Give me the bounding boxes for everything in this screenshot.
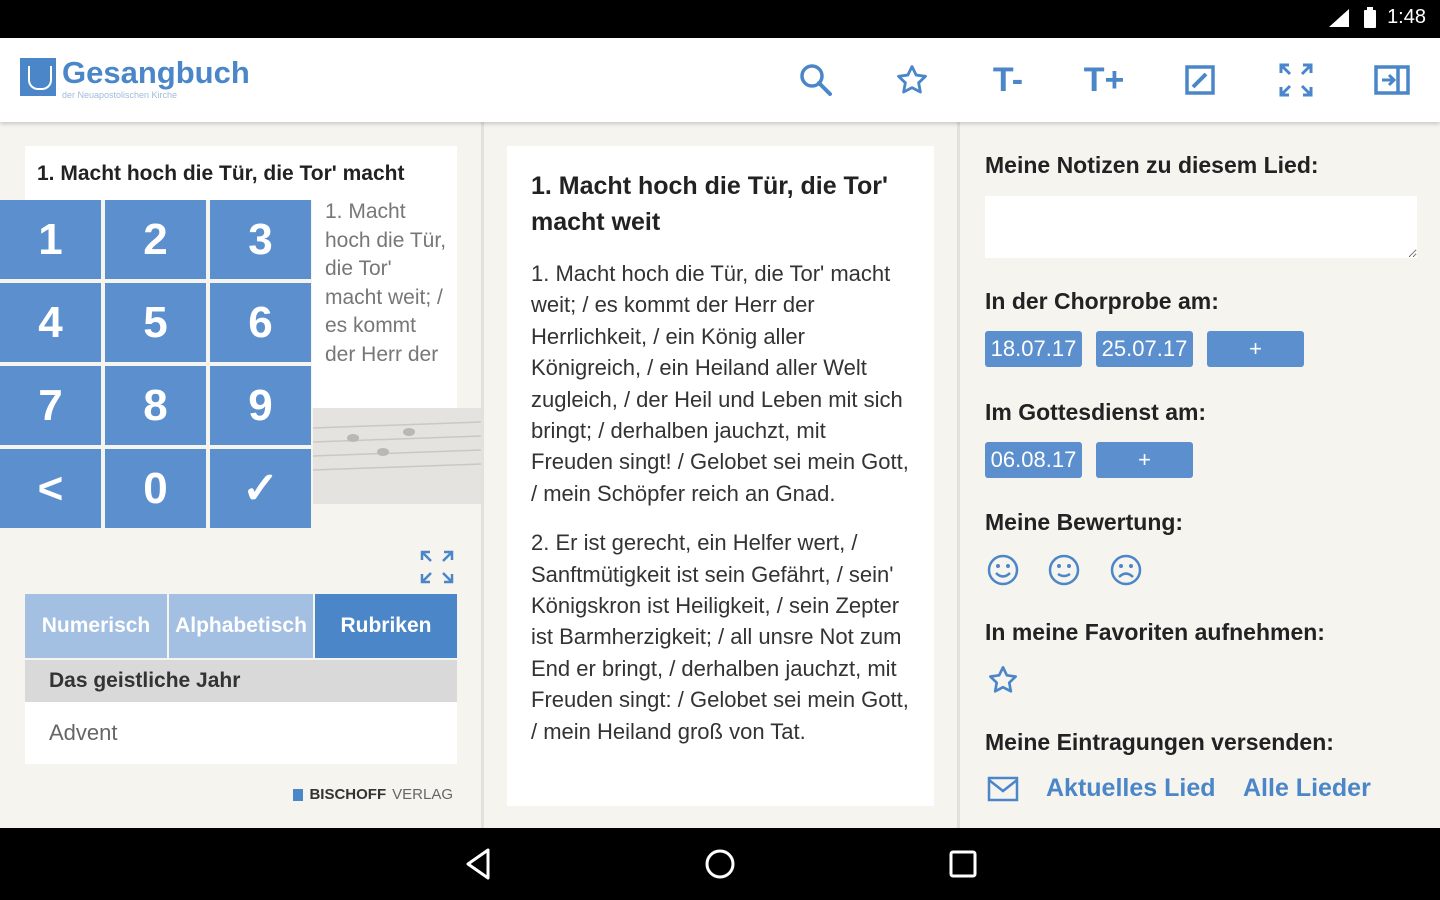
choir-date-chip[interactable]: 18.07.17 [985,331,1082,367]
lyrics-verse-1: 1. Macht hoch die Tür, die Tor' macht we… [531,261,909,506]
song-selector-panel: 1. Macht hoch die Tür, die Tor' macht 1.… [0,122,481,828]
notes-panel: Meine Notizen zu diesem Lied: In der Cho… [960,122,1440,828]
font-larger-button[interactable]: T+ [1078,54,1130,106]
key-5[interactable]: 5 [105,283,206,362]
favorite-button[interactable] [886,54,938,106]
key-9[interactable]: 9 [210,366,311,445]
panel-collapse-icon [1374,65,1410,95]
lyrics-card[interactable]: 1. Macht hoch die Tür, die Tor' macht we… [507,146,934,806]
add-choir-date-button[interactable]: + [1207,331,1304,367]
status-icons: 1:48 [1327,6,1426,29]
tab-numerisch[interactable]: Numerisch [25,594,167,658]
number-keypad: 1 2 3 4 5 6 7 8 9 < 0 ✓ [0,200,312,528]
tab-rubriken[interactable]: Rubriken [315,594,457,658]
publisher-name-light: VERLAG [392,786,453,803]
publisher-logo: BISCHOFF VERLAG [293,786,453,803]
font-smaller-button[interactable]: T- [982,54,1034,106]
notes-input[interactable] [985,196,1417,258]
neutral-smiley-icon[interactable] [1048,554,1080,586]
key-4[interactable]: 4 [0,283,101,362]
panel-toggle-button[interactable] [1366,54,1418,106]
service-date-chip[interactable]: 06.08.17 [985,442,1082,478]
send-all-songs-link[interactable]: Alle Lieder [1243,774,1371,803]
logo-mark-icon [20,58,56,96]
send-heading: Meine Eintragungen versenden: [985,729,1334,755]
category-item-advent[interactable]: Advent [25,702,457,764]
expand-icon[interactable] [420,550,454,584]
notes-heading: Meine Notizen zu diesem Lied: [985,152,1319,178]
song-preview-text: 1. Macht hoch die Tür, die Tor' macht we… [325,200,447,366]
key-8[interactable]: 8 [105,366,206,445]
signal-icon [1329,8,1350,27]
tab-alphabetisch[interactable]: Alphabetisch [169,594,313,658]
search-button[interactable] [790,54,842,106]
home-icon[interactable] [702,846,738,882]
navigation-bar [0,828,1440,900]
search-icon [800,64,832,96]
sheet-music-decoration [313,408,481,504]
app-logo: Gesangbuch der Neuapostolischen Kirche [20,55,250,100]
add-service-date-button[interactable]: + [1096,442,1193,478]
key-confirm[interactable]: ✓ [210,449,311,528]
edit-square-icon [1185,65,1215,95]
recents-icon[interactable] [945,846,981,882]
favorite-star-icon[interactable] [987,664,1019,696]
sad-smiley-icon[interactable] [1110,554,1142,586]
publisher-name-bold: BISCHOFF [309,786,387,803]
battery-icon [1364,6,1377,28]
edit-button[interactable] [1174,54,1226,106]
app-title: Gesangbuch [62,55,250,90]
key-1[interactable]: 1 [0,200,101,279]
key-7[interactable]: 7 [0,366,101,445]
fullscreen-icon [1279,63,1313,97]
lyrics-verse-2: 2. Er ist gerecht, ein Helfer wert, / Sa… [531,530,909,744]
key-6[interactable]: 6 [210,283,311,362]
app-subtitle: der Neuapostolischen Kirche [62,90,178,100]
lyrics-title: 1. Macht hoch die Tür, die Tor' macht we… [531,172,888,236]
star-icon [897,65,927,94]
key-2[interactable]: 2 [105,200,206,279]
fullscreen-button[interactable] [1270,54,1322,106]
app-toolbar: Gesangbuch der Neuapostolischen Kirche T… [0,38,1440,122]
lyrics-panel: 1. Macht hoch die Tür, die Tor' macht we… [484,122,957,828]
happy-smiley-icon[interactable] [987,554,1019,586]
key-3[interactable]: 3 [210,200,311,279]
choir-rehearsal-heading: In der Chorprobe am: [985,288,1219,314]
send-current-song-link[interactable]: Aktuelles Lied [1046,774,1216,803]
song-preview-title: 1. Macht hoch die Tür, die Tor' macht [37,162,405,185]
index-tabs: Numerisch Alphabetisch Rubriken [25,594,457,658]
rating-heading: Meine Bewertung: [985,509,1184,535]
key-0[interactable]: 0 [105,449,206,528]
back-icon[interactable] [460,846,496,882]
publisher-mark-icon [293,788,304,801]
favorites-heading: In meine Favoriten aufnehmen: [985,619,1325,645]
mail-icon[interactable] [987,776,1019,802]
category-header[interactable]: Das geistliche Jahr [25,660,457,702]
choir-date-chip[interactable]: 25.07.17 [1096,331,1193,367]
key-backspace[interactable]: < [0,449,101,528]
service-heading: Im Gottesdienst am: [985,399,1207,425]
status-time: 1:48 [1387,6,1426,28]
status-bar: 1:48 [0,0,1440,38]
